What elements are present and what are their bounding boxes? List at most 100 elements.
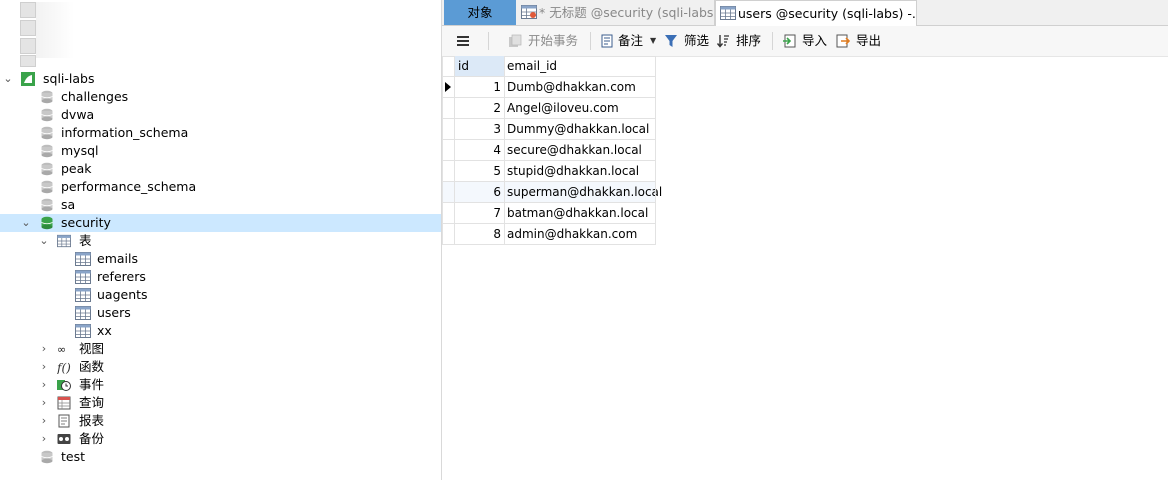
cell-id[interactable]: 1 (454, 77, 501, 97)
toolbar-separator (488, 32, 489, 50)
chevron-down-icon[interactable]: ⌄ (2, 70, 14, 88)
database-icon (41, 450, 53, 464)
database-item-performance_schema[interactable]: performance_schema (0, 178, 441, 196)
chevron-right-icon[interactable]: › (38, 394, 50, 412)
chevron-down-icon[interactable]: ⌄ (20, 214, 32, 232)
cell-email-id[interactable]: stupid@dhakkan.local (507, 161, 639, 181)
filter-label: 筛选 (684, 33, 710, 48)
tab-untitled-query[interactable]: * 无标题 @security (sqli-labs... (517, 0, 715, 25)
database-icon (41, 144, 53, 158)
chevron-right-icon[interactable]: › (38, 430, 50, 448)
cell-id[interactable]: 8 (454, 224, 501, 244)
database-icon (41, 126, 53, 140)
sort-button[interactable]: 排序 (716, 26, 764, 56)
tree-group-1[interactable]: › f() 函数 (0, 358, 441, 376)
tab-objects[interactable]: 对象 (444, 0, 516, 25)
column-header-email-id[interactable]: email_id (504, 56, 656, 76)
table-item-xx[interactable]: xx (0, 322, 441, 340)
dropdown-arrow-icon[interactable]: ▼ (650, 26, 656, 56)
database-label: sa (61, 197, 76, 212)
tree-group-5[interactable]: › 备份 (0, 430, 441, 448)
cell-email-id[interactable]: superman@dhakkan.local (507, 182, 662, 202)
cell-email-id[interactable]: secure@dhakkan.local (507, 140, 642, 160)
table-row[interactable]: 1 Dumb@dhakkan.com (442, 77, 656, 97)
table-item-uagents[interactable]: uagents (0, 286, 441, 304)
toolbar-separator (590, 32, 591, 50)
database-item-sa[interactable]: sa (0, 196, 441, 214)
table-row[interactable]: 3 Dummy@dhakkan.local (442, 119, 656, 139)
cell-id[interactable]: 2 (454, 98, 501, 118)
cell-id[interactable]: 5 (454, 161, 501, 181)
query-icon (57, 396, 71, 410)
tab-users-label: users @security (sqli-labs) -... (738, 6, 917, 21)
cell-email-id[interactable]: Angel@iloveu.com (507, 98, 619, 118)
backup-icon (57, 434, 71, 444)
cell-id[interactable]: 7 (454, 203, 501, 223)
database-label: performance_schema (61, 179, 197, 194)
cell-email-id[interactable]: batman@dhakkan.local (507, 203, 648, 223)
tree-group-4[interactable]: › 报表 (0, 412, 441, 430)
memo-button[interactable]: 备注 ▼ (600, 26, 658, 56)
cell-email-id[interactable]: Dumb@dhakkan.com (507, 77, 636, 97)
table-item-referers[interactable]: referers (0, 268, 441, 286)
tree-group-0[interactable]: › ∞ 视图 (0, 340, 441, 358)
cell-id[interactable]: 6 (454, 182, 501, 202)
database-item-dvwa[interactable]: dvwa (0, 106, 441, 124)
table-row[interactable]: 6 superman@dhakkan.local (442, 182, 662, 202)
cell-id[interactable]: 3 (454, 119, 501, 139)
cell-email-id[interactable]: admin@dhakkan.com (507, 224, 637, 244)
table-row[interactable]: 8 admin@dhakkan.com (442, 224, 656, 244)
import-icon (783, 34, 796, 48)
table-item-users[interactable]: users (0, 304, 441, 322)
database-icon (41, 108, 53, 122)
connection-item[interactable]: ⌄ sqli-labs (0, 70, 441, 88)
table-label: referers (97, 269, 146, 284)
tables-group-label: 表 (79, 233, 92, 248)
obscured-area (36, 2, 74, 58)
filter-button[interactable]: 筛选 (664, 26, 712, 56)
chevron-right-icon[interactable]: › (38, 376, 50, 394)
tab-objects-label: 对象 (467, 5, 493, 20)
database-label: dvwa (61, 107, 95, 122)
tree-group-2[interactable]: › 事件 (0, 376, 441, 394)
table-row[interactable]: 2 Angel@iloveu.com (442, 98, 656, 118)
cell-email-id[interactable]: Dummy@dhakkan.local (507, 119, 649, 139)
tab-users-table[interactable]: users @security (sqli-labs) -... (715, 0, 917, 26)
tables-group[interactable]: ⌄ 表 (0, 232, 441, 250)
chevron-down-icon[interactable]: ⌄ (38, 232, 50, 250)
tree-group-label: 查询 (79, 395, 105, 410)
chevron-right-icon[interactable]: › (38, 340, 50, 358)
table-icon (75, 252, 91, 266)
menu-button[interactable] (454, 26, 472, 56)
database-item-peak[interactable]: peak (0, 160, 441, 178)
chevron-right-icon[interactable]: › (38, 358, 50, 376)
database-icon (41, 90, 53, 104)
filter-icon (665, 35, 677, 47)
table-item-emails[interactable]: emails (0, 250, 441, 268)
tree-group-label: 备份 (79, 431, 105, 446)
table-label: users (97, 305, 131, 320)
query-table-icon (521, 5, 537, 19)
table-icon (75, 306, 91, 320)
database-label: information_schema (61, 125, 189, 140)
table-label: emails (97, 251, 138, 266)
table-row[interactable]: 7 batman@dhakkan.local (442, 203, 656, 223)
cell-id[interactable]: 4 (454, 140, 501, 160)
tree-group-3[interactable]: › 查询 (0, 394, 441, 412)
begin-transaction-button[interactable]: 开始事务 (506, 26, 582, 56)
database-item-mysql[interactable]: mysql (0, 142, 441, 160)
table-row[interactable]: 4 secure@dhakkan.local (442, 140, 656, 160)
table-row[interactable]: 5 stupid@dhakkan.local (442, 161, 656, 181)
database-item-test[interactable]: test (0, 448, 441, 466)
export-button[interactable]: 导出 (836, 26, 884, 56)
database-item-challenges[interactable]: challenges (0, 88, 441, 106)
column-header-label: id (458, 59, 469, 73)
import-button[interactable]: 导入 (782, 26, 830, 56)
export-label: 导出 (856, 33, 882, 48)
tree-group-label: 视图 (79, 341, 105, 356)
table-icon (75, 324, 91, 338)
column-header-id[interactable]: id (454, 56, 504, 76)
database-item-security[interactable]: ⌄ security (0, 214, 441, 232)
chevron-right-icon[interactable]: › (38, 412, 50, 430)
database-item-information_schema[interactable]: information_schema (0, 124, 441, 142)
